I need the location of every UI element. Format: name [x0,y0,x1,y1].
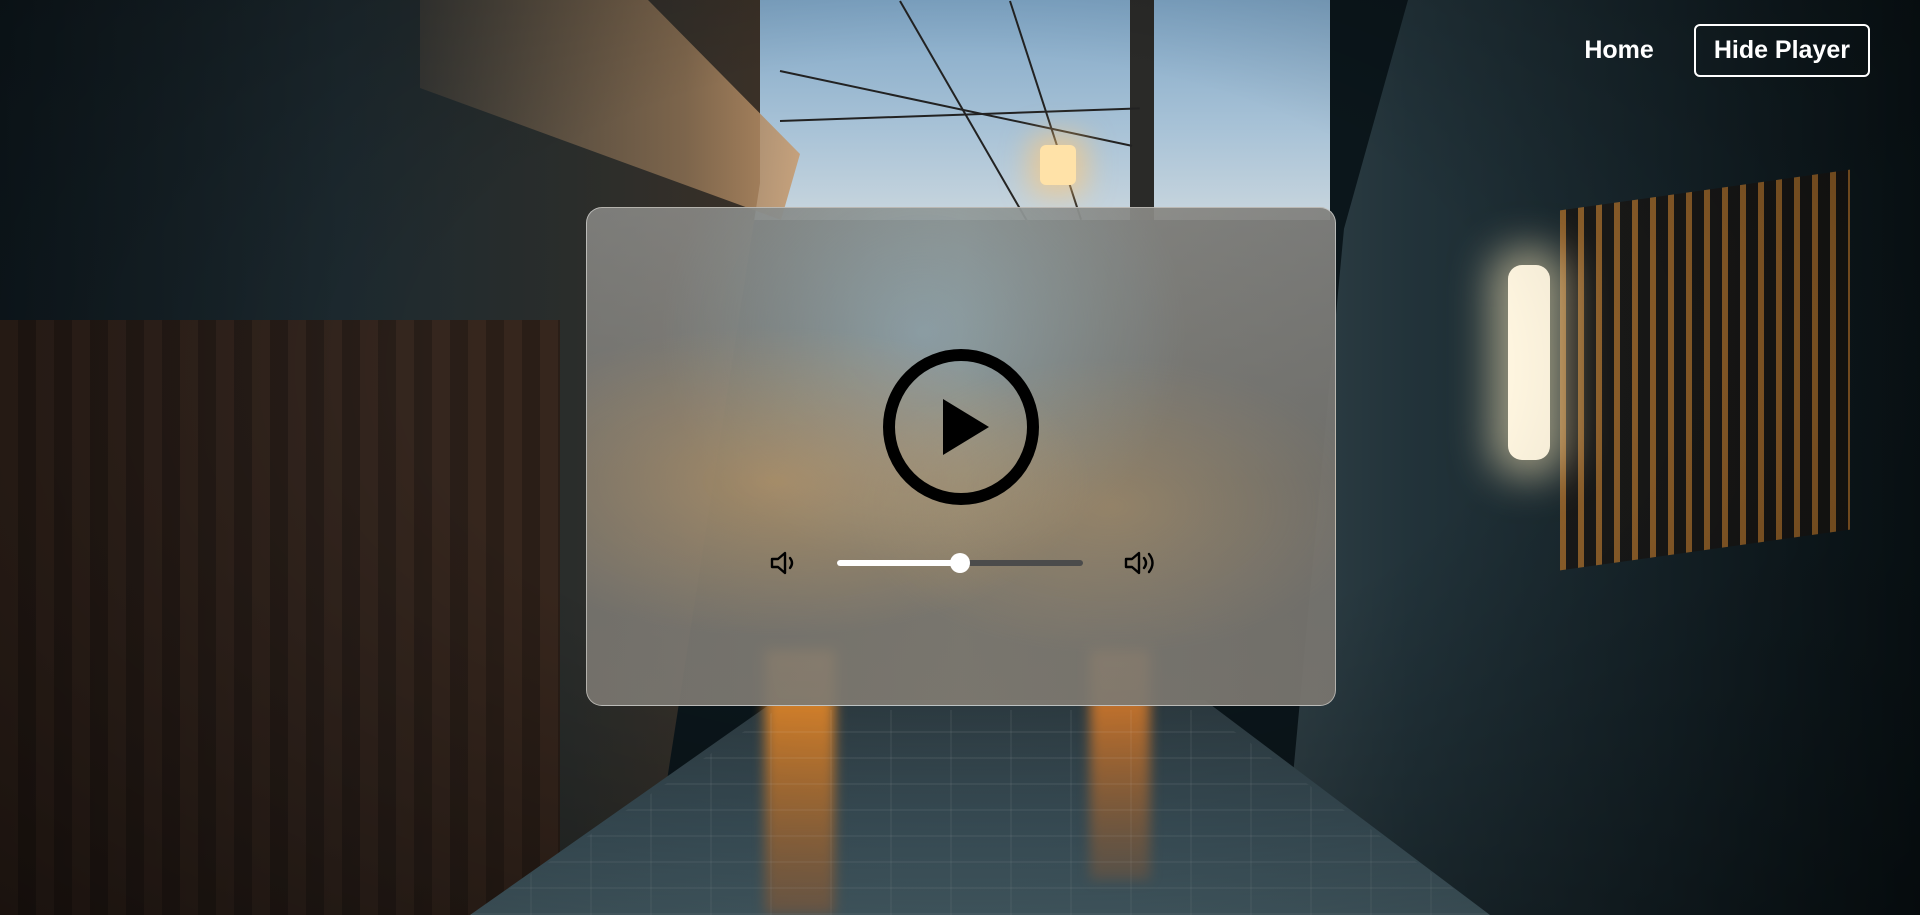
volume-slider-fill [837,560,960,566]
volume-slider[interactable] [837,553,1083,573]
hide-player-button[interactable]: Hide Player [1693,24,1870,77]
volume-low-icon[interactable] [769,548,799,578]
volume-high-icon[interactable] [1123,548,1159,578]
volume-slider-thumb[interactable] [950,553,970,573]
play-button[interactable] [883,349,1039,505]
background-photo: Home Hide Player [0,0,1920,915]
home-link[interactable]: Home [1584,36,1653,65]
top-nav: Home Hide Player [1584,24,1870,77]
audio-player-card [586,207,1336,706]
play-icon [943,399,989,455]
